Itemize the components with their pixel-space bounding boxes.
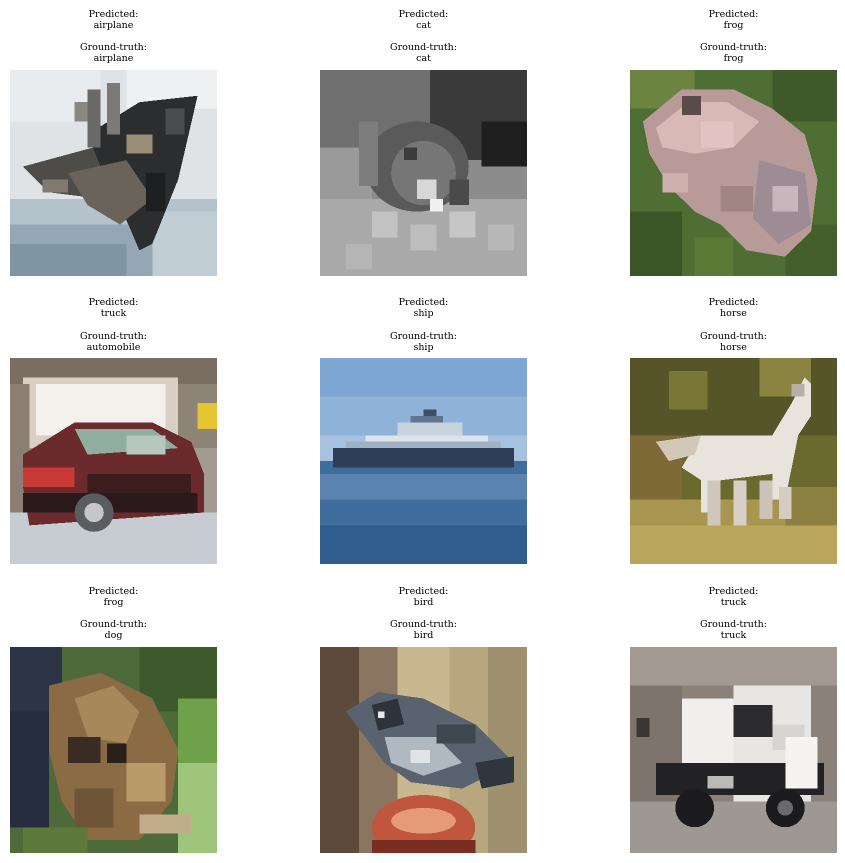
predicted-value: truck <box>100 308 127 319</box>
predicted-label: Predicted: <box>398 9 449 20</box>
prediction-caption: Predicted: airplane <box>10 9 217 31</box>
predicted-value: bird <box>413 597 434 608</box>
ground-truth-value: ship <box>413 342 434 353</box>
dog-image <box>10 647 217 853</box>
ground-truth-value: horse <box>720 342 747 353</box>
ground-truth-value: frog <box>723 53 744 64</box>
ground-truth-label: Ground-truth: <box>390 42 457 53</box>
predicted-label: Predicted: <box>398 586 449 597</box>
predicted-value: horse <box>720 308 747 319</box>
ship-image <box>320 358 527 564</box>
ground-truth-label: Ground-truth: <box>80 42 147 53</box>
predicted-label: Predicted: <box>708 297 759 308</box>
sample-cell: Predicted: cat Ground-truth: cat <box>320 0 527 276</box>
sample-cell: Predicted: horse Ground-truth: horse <box>630 288 837 564</box>
sample-cell: Predicted: airplane Ground-truth: airpla… <box>10 0 217 276</box>
ground-truth-value: dog <box>104 630 123 641</box>
automobile-image <box>10 358 217 564</box>
sample-cell: Predicted: bird Ground-truth: bird <box>320 577 527 853</box>
ground-truth-label: Ground-truth: <box>80 619 147 630</box>
predicted-value: truck <box>720 597 747 608</box>
prediction-caption: Predicted: frog <box>630 9 837 31</box>
sample-cell: Predicted: truck Ground-truth: truck <box>630 577 837 853</box>
ground-truth-label: Ground-truth: <box>700 331 767 342</box>
bird-image <box>320 647 527 853</box>
predicted-label: Predicted: <box>88 297 139 308</box>
airplane-image <box>10 70 217 276</box>
predicted-value: frog <box>723 20 744 31</box>
predicted-value: frog <box>103 597 124 608</box>
ground-truth-caption: Ground-truth: frog <box>630 42 837 64</box>
sample-grid: Predicted: airplane Ground-truth: airpla… <box>0 0 845 863</box>
prediction-caption: Predicted: frog <box>10 586 217 608</box>
ground-truth-label: Ground-truth: <box>80 331 147 342</box>
ground-truth-value: automobile <box>86 342 141 353</box>
frog-image <box>630 70 837 276</box>
ground-truth-caption: Ground-truth: cat <box>320 42 527 64</box>
ground-truth-caption: Ground-truth: bird <box>320 619 527 641</box>
ground-truth-label: Ground-truth: <box>390 331 457 342</box>
prediction-caption: Predicted: truck <box>10 297 217 319</box>
prediction-caption: Predicted: horse <box>630 297 837 319</box>
ground-truth-caption: Ground-truth: airplane <box>10 42 217 64</box>
cat-image <box>320 70 527 276</box>
ground-truth-value: truck <box>720 630 747 641</box>
ground-truth-caption: Ground-truth: dog <box>10 619 217 641</box>
ground-truth-label: Ground-truth: <box>390 619 457 630</box>
predicted-label: Predicted: <box>88 9 139 20</box>
ground-truth-value: airplane <box>93 53 134 64</box>
ground-truth-caption: Ground-truth: automobile <box>10 331 217 353</box>
sample-cell: Predicted: ship Ground-truth: ship <box>320 288 527 564</box>
ground-truth-label: Ground-truth: <box>700 619 767 630</box>
prediction-caption: Predicted: bird <box>320 586 527 608</box>
predicted-value: ship <box>413 308 434 319</box>
ground-truth-caption: Ground-truth: truck <box>630 619 837 641</box>
ground-truth-value: bird <box>413 630 434 641</box>
prediction-caption: Predicted: truck <box>630 586 837 608</box>
ground-truth-value: cat <box>416 53 431 64</box>
horse-image <box>630 358 837 564</box>
predicted-value: airplane <box>93 20 134 31</box>
sample-cell: Predicted: truck Ground-truth: automobil… <box>10 288 217 564</box>
predicted-label: Predicted: <box>708 586 759 597</box>
sample-cell: Predicted: frog Ground-truth: frog <box>630 0 837 276</box>
truck-image <box>630 647 837 853</box>
ground-truth-label: Ground-truth: <box>700 42 767 53</box>
sample-cell: Predicted: frog Ground-truth: dog <box>10 577 217 853</box>
predicted-value: cat <box>416 20 431 31</box>
predicted-label: Predicted: <box>88 586 139 597</box>
predicted-label: Predicted: <box>708 9 759 20</box>
ground-truth-caption: Ground-truth: horse <box>630 331 837 353</box>
predicted-label: Predicted: <box>398 297 449 308</box>
prediction-caption: Predicted: cat <box>320 9 527 31</box>
ground-truth-caption: Ground-truth: ship <box>320 331 527 353</box>
prediction-caption: Predicted: ship <box>320 297 527 319</box>
